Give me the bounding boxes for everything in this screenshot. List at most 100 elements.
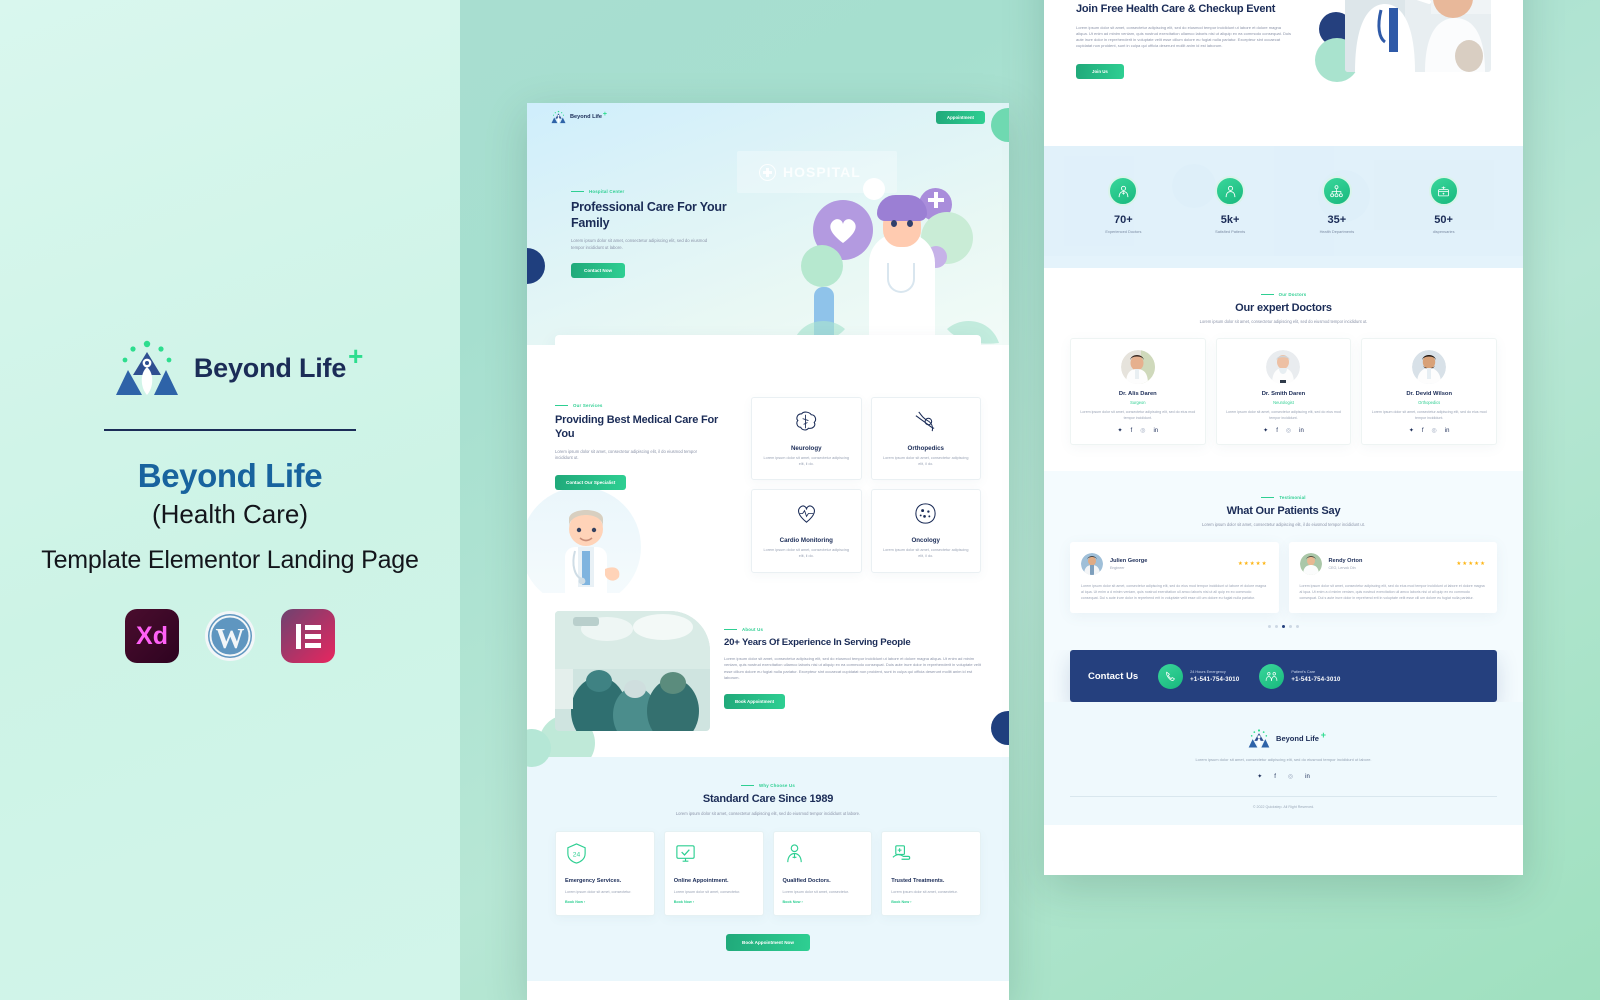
twitter-icon[interactable]: ✦ <box>1263 428 1268 434</box>
doctor-desc: Lorem ipsum dolor sit amet, consectetur … <box>1226 410 1341 420</box>
facebook-icon[interactable]: f <box>1274 774 1276 780</box>
eyebrow-line <box>555 405 568 406</box>
linkedin-icon[interactable]: in <box>1153 428 1158 434</box>
contact-now-button[interactable]: Contact Now <box>571 263 626 279</box>
contact-number[interactable]: +1-541-754-3010 <box>1190 677 1239 683</box>
testimonial-card[interactable]: Rendy Orton CEO, Lervok DIn ★★★★★ Lorem … <box>1288 541 1497 614</box>
doctors-paragraph: Lorem ipsum dolor sit amet, consectetur … <box>1199 319 1368 324</box>
why-card-link[interactable]: Book Now › <box>674 900 754 904</box>
services-paragraph: Lorem ipsum dolor sit amet, consectetur … <box>555 448 697 461</box>
services-copy: Our Services Providing Best Medical Care… <box>555 397 737 573</box>
twitter-icon[interactable]: ✦ <box>1409 428 1414 434</box>
linkedin-icon[interactable]: in <box>1445 428 1450 434</box>
why-card-link[interactable]: Book Now › <box>783 900 863 904</box>
eyebrow-line <box>1260 294 1274 295</box>
why-card-link[interactable]: Book Now › <box>565 900 645 904</box>
carousel-dot[interactable] <box>1296 625 1300 629</box>
landing-page-mockup-top[interactable]: HOSPITAL Beyond Life + Appointment Hospi… <box>527 103 1009 1000</box>
why-card[interactable]: Online Appointment. Lorem ipsum dolor si… <box>663 831 764 917</box>
patient-avatar-1 <box>1081 552 1103 575</box>
service-card[interactable]: Cardio Monitoring Lorem ipsum dolor sit … <box>751 489 862 573</box>
why-card-title: Trusted Treatments. <box>891 878 945 885</box>
doctor-socials: ✦ f ◎ in <box>1226 428 1342 434</box>
why-card[interactable]: Qualified Doctors. Lorem ipsum dolor sit… <box>772 831 873 917</box>
twitter-icon[interactable]: ✦ <box>1257 774 1262 780</box>
stat-item: 35+ Health Departments <box>1284 176 1391 234</box>
doctor-name: Dr. Smith Daren <box>1261 391 1306 398</box>
doctor-card[interactable]: Dr. Devid Wilson Orthopedics Lorem ipsum… <box>1361 338 1497 446</box>
doctor-avatar-senior <box>1266 350 1301 385</box>
service-card[interactable]: Orthopedics Lorem ipsum dolor sit amet, … <box>870 397 981 481</box>
hero-copy: Hospital Center Professional Care For Yo… <box>571 189 766 279</box>
nav-logo[interactable]: Beyond Life + <box>551 110 607 124</box>
poster-canvas: Beyond Life + Beyond Life (Health Care) … <box>0 0 1600 1000</box>
book-appointment-button[interactable]: Book Appointment <box>724 693 786 709</box>
why-card-title: Online Appointment. <box>673 878 729 885</box>
linkedin-icon[interactable]: in <box>1299 428 1304 434</box>
why-title: Standard Care Since 1989 <box>702 792 834 805</box>
instagram-icon[interactable]: ◎ <box>1432 428 1437 434</box>
footer-logo[interactable]: Beyond Life + <box>1070 728 1497 749</box>
carousel-dot[interactable] <box>1267 625 1271 629</box>
stat-label: dispensaries <box>1432 229 1455 234</box>
brand-lockup: Beyond Life + <box>114 337 363 399</box>
doctors-eyebrow: Our Doctors <box>1070 292 1497 297</box>
doctor-name: Dr. Devid Wilson <box>1406 391 1452 398</box>
services-eyebrow: Our Services <box>555 403 737 408</box>
hero-paragraph: Lorem ipsum dolor sit amet, consectetur … <box>571 238 708 250</box>
service-name: Oncology <box>911 537 941 545</box>
eyebrow-line <box>724 628 737 630</box>
contact-number[interactable]: +1-541-754-3010 <box>1291 677 1340 683</box>
carousel-dot[interactable] <box>1289 625 1293 629</box>
join-us-button[interactable]: Join Us <box>1076 64 1124 80</box>
why-card[interactable]: Trusted Treatments. Lorem ipsum dolor si… <box>881 831 981 917</box>
doctor-card[interactable]: Dr. Alis Daren Surgeon Lorem ipsum dolor… <box>1070 338 1206 446</box>
contact-item-patients[interactable]: Patient's Care +1-541-754-3010 <box>1259 663 1340 689</box>
eyebrow-line <box>740 784 754 786</box>
stat-label: Experienced Doctors <box>1105 229 1142 234</box>
why-card[interactable]: 24 Emergency Services. Lorem ipsum dolor… <box>555 831 655 917</box>
appointment-button[interactable]: Appointment <box>935 110 985 124</box>
book-appointment-now-button[interactable]: Book Appointment Now <box>726 934 810 952</box>
carousel-dot-active[interactable] <box>1281 625 1286 629</box>
contact-item-emergency[interactable]: 24 Hours Emergency +1-541-754-3010 <box>1158 663 1239 689</box>
doctor-role: Surgeon <box>1130 400 1146 406</box>
facebook-icon[interactable]: f <box>1131 428 1133 434</box>
doctor-hair <box>877 195 927 221</box>
why-cta-wrap: Book Appointment Now <box>555 931 981 952</box>
why-card-link[interactable]: Book Now › <box>891 900 971 904</box>
appointment-form[interactable]: Enter Name Enter Email Department Book N… <box>555 335 981 345</box>
instagram-icon[interactable]: ◎ <box>1288 774 1293 780</box>
footer-logo-text: Beyond Life <box>1276 734 1319 744</box>
surgery-photo <box>555 610 710 731</box>
service-card[interactable]: Neurology Lorem ipsum dolor sit amet, co… <box>751 397 862 481</box>
service-card[interactable]: Oncology Lorem ipsum dolor sit amet, con… <box>870 489 981 573</box>
hero-eyebrow-text: Hospital Center <box>589 189 625 194</box>
why-eyebrow-text: Why Choose Us <box>758 782 796 788</box>
testimonial-card[interactable]: Julien George Engineer ★★★★★ Lorem ipsum… <box>1070 541 1279 614</box>
doctor-eye-left <box>891 220 897 227</box>
joint-bone-icon <box>915 411 935 432</box>
hero-eyebrow: Hospital Center <box>571 189 766 194</box>
hero-section: HOSPITAL Beyond Life + Appointment Hospi… <box>527 103 1009 345</box>
facebook-icon[interactable]: f <box>1276 428 1278 434</box>
service-name: Orthopedics <box>907 445 944 452</box>
footer-logo-text-wrap: Beyond Life + <box>1276 730 1326 744</box>
twitter-icon[interactable]: ✦ <box>1118 428 1123 434</box>
instagram-icon[interactable]: ◎ <box>1140 428 1145 434</box>
testimonials-title: What Our Patients Say <box>1226 505 1341 518</box>
landing-page-mockup-bottom[interactable]: Join Free Health Care & Checkup Event Lo… <box>1044 0 1523 875</box>
carousel-dot[interactable] <box>1274 625 1278 629</box>
service-desc: Lorem ipsum dolor sit amet, consectetur … <box>883 548 969 559</box>
facebook-icon[interactable]: f <box>1422 428 1424 434</box>
heart-icon <box>830 219 856 243</box>
carousel-dots[interactable] <box>1070 625 1497 629</box>
doctor-name: Dr. Alis Daren <box>1118 391 1157 398</box>
contact-specialist-button[interactable]: Contact Our Specialist <box>555 474 627 490</box>
doctors-eyebrow-text: Our Doctors <box>1278 292 1307 297</box>
instagram-icon[interactable]: ◎ <box>1286 428 1291 434</box>
contact-bar: Contact Us 24 Hours Emergency +1-541-754… <box>1070 650 1497 703</box>
doctor-card[interactable]: Dr. Smith Daren Neurologist Lorem ipsum … <box>1215 338 1352 446</box>
cell-icon <box>915 503 936 525</box>
linkedin-icon[interactable]: in <box>1305 774 1310 780</box>
